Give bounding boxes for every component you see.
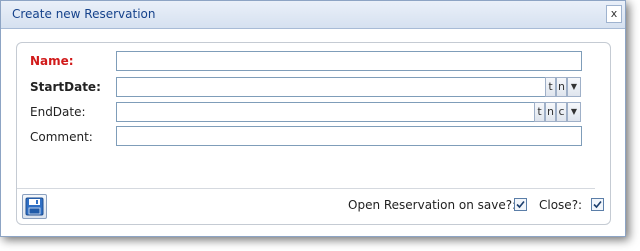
startdate-input-box[interactable]: [116, 77, 545, 97]
enddate-now-button[interactable]: n: [545, 102, 556, 122]
enddate-today-button[interactable]: t: [534, 102, 545, 122]
open-on-save-label: Open Reservation on save?:: [348, 198, 517, 212]
save-button[interactable]: [22, 194, 47, 219]
enddate-input-box[interactable]: [116, 102, 534, 122]
name-label: Name:: [30, 54, 74, 68]
comment-input[interactable]: [117, 127, 581, 145]
footer-divider: [17, 188, 595, 189]
floppy-disk-icon: [25, 197, 44, 216]
checkmark-icon: [516, 200, 525, 209]
open-on-save-checkbox[interactable]: [514, 198, 527, 211]
startdate-dropdown-button[interactable]: ▼: [567, 77, 581, 97]
checkmark-icon: [593, 200, 602, 209]
startdate-field: t n ▼: [116, 77, 582, 97]
dialog-title: Create new Reservation: [12, 7, 156, 21]
enddate-field: t n c ▼: [116, 102, 582, 122]
reservation-dialog: Create new Reservation x Name: StartDate…: [0, 0, 626, 237]
chevron-down-icon: ▼: [570, 82, 578, 91]
startdate-label: StartDate:: [30, 80, 101, 94]
startdate-input[interactable]: [117, 78, 545, 96]
enddate-dropdown-button[interactable]: ▼: [567, 102, 581, 122]
enddate-copy-button[interactable]: c: [556, 102, 567, 122]
startdate-now-button[interactable]: n: [556, 77, 567, 97]
dialog-titlebar[interactable]: Create new Reservation x: [1, 1, 625, 29]
comment-label: Comment:: [30, 130, 93, 144]
close-button[interactable]: x: [606, 5, 622, 23]
chevron-down-icon: ▼: [570, 107, 578, 116]
startdate-today-button[interactable]: t: [545, 77, 556, 97]
comment-field[interactable]: [116, 126, 582, 146]
enddate-input[interactable]: [117, 103, 534, 121]
name-field[interactable]: [116, 51, 582, 71]
enddate-label: EndDate:: [30, 105, 86, 119]
close-checkbox[interactable]: [591, 198, 604, 211]
name-input[interactable]: [117, 52, 581, 70]
close-option-label: Close?:: [539, 198, 583, 212]
